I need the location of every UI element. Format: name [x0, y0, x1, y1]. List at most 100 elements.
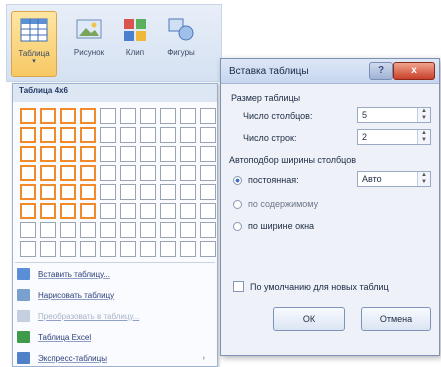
grid-cell[interactable]: [120, 184, 136, 200]
grid-cell[interactable]: [140, 165, 156, 181]
grid-cell[interactable]: [180, 222, 196, 238]
grid-cell[interactable]: [60, 127, 76, 143]
help-button[interactable]: ?: [369, 62, 393, 80]
grid-cell[interactable]: [40, 203, 56, 219]
grid-cell[interactable]: [60, 146, 76, 162]
grid-cell[interactable]: [40, 127, 56, 143]
grid-cell[interactable]: [80, 241, 96, 257]
grid-cell[interactable]: [100, 127, 116, 143]
excel-table-menu-item[interactable]: Таблица Excel: [17, 328, 213, 346]
spinner-arrows-icon[interactable]: ▲ ▼: [417, 172, 430, 186]
grid-cell[interactable]: [40, 222, 56, 238]
grid-cell[interactable]: [180, 108, 196, 124]
grid-cell[interactable]: [140, 222, 156, 238]
grid-cell[interactable]: [80, 184, 96, 200]
grid-cell[interactable]: [160, 108, 176, 124]
grid-cell[interactable]: [160, 165, 176, 181]
cancel-button[interactable]: Отмена: [361, 307, 431, 331]
grid-cell[interactable]: [140, 127, 156, 143]
shapes-button[interactable]: Фигуры: [161, 11, 201, 75]
grid-cell[interactable]: [100, 165, 116, 181]
grid-cell[interactable]: [20, 108, 36, 124]
grid-cell[interactable]: [80, 127, 96, 143]
grid-cell[interactable]: [180, 127, 196, 143]
grid-cell[interactable]: [40, 241, 56, 257]
grid-cell[interactable]: [160, 222, 176, 238]
autofit-content-radio[interactable]: по содержимому: [233, 199, 318, 209]
table-button[interactable]: Таблица ▾: [11, 11, 57, 77]
grid-cell[interactable]: [100, 108, 116, 124]
grid-cell[interactable]: [20, 222, 36, 238]
grid-cell[interactable]: [20, 241, 36, 257]
grid-cell[interactable]: [200, 127, 216, 143]
grid-cell[interactable]: [180, 146, 196, 162]
clipart-button[interactable]: Клип: [117, 11, 153, 75]
grid-cell[interactable]: [140, 146, 156, 162]
grid-cell[interactable]: [60, 241, 76, 257]
grid-cell[interactable]: [200, 184, 216, 200]
grid-cell[interactable]: [40, 184, 56, 200]
grid-cell[interactable]: [80, 165, 96, 181]
grid-cell[interactable]: [100, 203, 116, 219]
grid-cell[interactable]: [160, 127, 176, 143]
grid-cell[interactable]: [60, 222, 76, 238]
grid-cell[interactable]: [40, 165, 56, 181]
grid-cell[interactable]: [120, 127, 136, 143]
grid-cell[interactable]: [160, 146, 176, 162]
grid-cell[interactable]: [60, 184, 76, 200]
grid-cell[interactable]: [180, 165, 196, 181]
grid-cell[interactable]: [80, 146, 96, 162]
rows-spinner[interactable]: 2 ▲ ▼: [357, 129, 431, 145]
grid-cell[interactable]: [80, 203, 96, 219]
close-button[interactable]: x: [393, 62, 435, 80]
grid-cell[interactable]: [40, 108, 56, 124]
grid-cell[interactable]: [20, 184, 36, 200]
grid-cell[interactable]: [60, 203, 76, 219]
grid-cell[interactable]: [20, 146, 36, 162]
grid-cell[interactable]: [100, 241, 116, 257]
grid-cell[interactable]: [60, 165, 76, 181]
grid-cell[interactable]: [200, 222, 216, 238]
grid-cell[interactable]: [80, 108, 96, 124]
autofit-fixed-radio[interactable]: постоянная:: [233, 175, 299, 185]
grid-cell[interactable]: [120, 108, 136, 124]
grid-cell[interactable]: [160, 184, 176, 200]
autofit-window-radio[interactable]: по ширине окна: [233, 221, 314, 231]
fixed-width-spinner[interactable]: Авто ▲ ▼: [357, 171, 431, 187]
grid-cell[interactable]: [140, 184, 156, 200]
columns-spinner[interactable]: 5 ▲ ▼: [357, 107, 431, 123]
spinner-arrows-icon[interactable]: ▲ ▼: [417, 108, 430, 122]
grid-cell[interactable]: [140, 241, 156, 257]
grid-cell[interactable]: [200, 203, 216, 219]
grid-cell[interactable]: [200, 108, 216, 124]
spinner-arrows-icon[interactable]: ▲ ▼: [417, 130, 430, 144]
grid-cell[interactable]: [200, 146, 216, 162]
grid-cell[interactable]: [200, 241, 216, 257]
grid-cell[interactable]: [160, 203, 176, 219]
grid-cell[interactable]: [140, 203, 156, 219]
grid-cell[interactable]: [100, 184, 116, 200]
draw-table-menu-item[interactable]: Нарисовать таблицу: [17, 286, 213, 304]
grid-cell[interactable]: [120, 146, 136, 162]
grid-cell[interactable]: [100, 146, 116, 162]
grid-cell[interactable]: [20, 165, 36, 181]
quick-tables-menu-item[interactable]: Экспресс-таблицы ›: [17, 349, 213, 367]
picture-button[interactable]: Рисунок: [69, 11, 109, 75]
grid-cell[interactable]: [80, 222, 96, 238]
grid-cell[interactable]: [100, 222, 116, 238]
grid-cell[interactable]: [120, 222, 136, 238]
table-size-grid[interactable]: [20, 108, 216, 257]
grid-cell[interactable]: [120, 241, 136, 257]
grid-cell[interactable]: [120, 203, 136, 219]
grid-cell[interactable]: [180, 203, 196, 219]
grid-cell[interactable]: [180, 241, 196, 257]
default-for-new-tables-checkbox[interactable]: По умолчанию для новых таблиц: [233, 281, 389, 292]
grid-cell[interactable]: [160, 241, 176, 257]
grid-cell[interactable]: [60, 108, 76, 124]
grid-cell[interactable]: [40, 146, 56, 162]
grid-cell[interactable]: [20, 127, 36, 143]
insert-table-menu-item[interactable]: Вставить таблицу...: [17, 265, 213, 283]
grid-cell[interactable]: [20, 203, 36, 219]
grid-cell[interactable]: [180, 184, 196, 200]
ok-button[interactable]: ОК: [273, 307, 345, 331]
